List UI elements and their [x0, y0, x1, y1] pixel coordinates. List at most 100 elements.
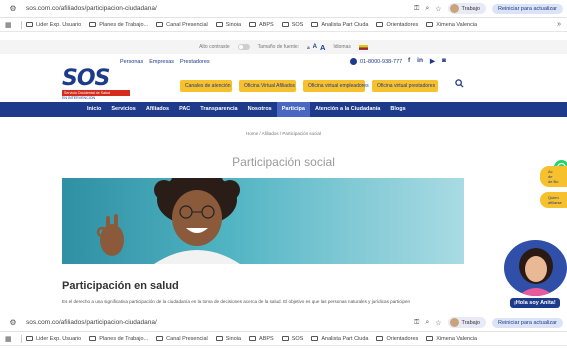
bookmark-item[interactable]: Ximena Valencia — [426, 336, 477, 342]
bookmark-item[interactable]: Orientadores — [376, 22, 418, 28]
bookmark-label: SOS — [291, 21, 304, 28]
folder-icon — [376, 336, 384, 341]
folder-icon — [311, 22, 319, 27]
breadcrumb[interactable]: Home / Afiliados / Participación social — [0, 131, 567, 136]
nav-nosotros[interactable]: Nosotros — [243, 102, 277, 117]
instagram-icon[interactable]: ◙ — [442, 57, 446, 65]
profile-button[interactable]: Trabajo — [447, 317, 486, 328]
phone-contact[interactable]: 01-8000-938-777 — [350, 58, 402, 65]
apps-grid-icon[interactable]: ▦ — [5, 335, 17, 343]
profile-label: Trabajo — [461, 319, 480, 326]
bookmark-item[interactable]: Ximena Valencia — [426, 22, 477, 28]
contrast-toggle[interactable] — [237, 44, 250, 50]
bookmark-label: Canal Presencial — [166, 21, 208, 28]
bookmark-item[interactable]: SOS — [281, 21, 304, 28]
bookmark-item[interactable]: Analista Part Ciuda — [311, 22, 368, 28]
star-icon[interactable]: ☆ — [435, 319, 441, 327]
bookmark-item[interactable]: Orientadores — [376, 336, 418, 342]
folder-icon — [426, 336, 434, 341]
key-icon[interactable]: ⚿ — [414, 319, 419, 327]
colombia-flag-icon[interactable] — [358, 44, 368, 50]
bookmark-item[interactable]: ABPS — [249, 336, 274, 342]
bookmark-item[interactable]: Lider Exp. Usuario — [26, 336, 81, 342]
bookmark-label: ABPS — [259, 21, 274, 28]
browser-tools: ⚿ ⌕ ☆ Trabajo Reiniciar para actualizar — [414, 317, 563, 328]
youtube-icon[interactable]: ▶ — [430, 57, 435, 65]
url-field[interactable]: sos.com.co/afiliados/participacion-ciuda… — [26, 319, 414, 326]
zoom-icon[interactable]: ⌕ — [425, 319, 429, 327]
folder-icon — [281, 336, 289, 341]
link-personas[interactable]: Personas — [120, 59, 143, 65]
font-size-large[interactable]: A — [320, 43, 325, 52]
folder-icon — [376, 22, 384, 27]
folder-icon — [281, 22, 289, 27]
avatar — [449, 4, 459, 13]
nav-blogs[interactable]: Blogs — [385, 102, 410, 117]
more-bookmarks-icon[interactable]: » — [557, 21, 561, 28]
link-empresas[interactable]: Empresas — [149, 59, 174, 65]
bookmark-item[interactable]: ABPS — [249, 22, 274, 28]
nav-servicios[interactable]: Servicios — [106, 102, 140, 117]
bookmark-item[interactable]: Canal Presencial — [156, 336, 208, 342]
nav-pac[interactable]: PAC — [174, 102, 195, 117]
profile-button[interactable]: Trabajo — [447, 3, 486, 14]
bookmark-label: Sinoia — [225, 21, 242, 28]
side-widget-attention[interactable]: Ac de de Bo — [540, 166, 567, 187]
folder-icon — [156, 22, 164, 27]
restart-button[interactable]: Reiniciar para actualizar — [492, 317, 563, 328]
accessibility-bar: Alto contraste Tamaño de fuente: a A A I… — [0, 40, 567, 54]
chatbot-greeting-badge[interactable]: ¡Hola soy Anita! — [510, 298, 560, 308]
sos-logo[interactable]: SOS Servicio Occidental de Salud EN INTE… — [62, 68, 132, 101]
apps-grid-icon[interactable]: ▦ — [5, 21, 17, 29]
key-icon[interactable]: ⚿ — [414, 5, 419, 13]
virtual-office-providers-button[interactable]: Oficina virtual prestadores — [372, 80, 438, 92]
zoom-icon[interactable]: ⌕ — [425, 5, 429, 13]
bookmark-label: Analista Part Ciuda — [321, 21, 369, 28]
phone-icon — [350, 58, 357, 65]
bookmark-item[interactable]: Planes de Trabajo... — [89, 336, 148, 342]
folder-icon — [311, 336, 319, 341]
nav-participa[interactable]: Participa — [276, 102, 310, 117]
bookmarks-bar-bottom: ▦ Lider Exp. Usuario Planes de Trabajo..… — [0, 332, 567, 346]
virtual-office-affiliates-button[interactable]: Oficina Virtual Afiliados — [239, 80, 296, 92]
side-widget-affiliate[interactable]: Quien afiliarse — [540, 192, 567, 208]
bookmark-item[interactable]: SOS — [281, 336, 303, 342]
bookmark-label: ABPS — [259, 335, 274, 342]
nav-atencion[interactable]: Atención a la Ciudadanía — [310, 102, 385, 117]
virtual-office-employers-button[interactable]: Oficina virtual empleadores — [303, 80, 369, 92]
hero-image — [62, 178, 464, 264]
bookmark-item[interactable]: Canal Presencial — [156, 22, 208, 28]
facebook-icon[interactable]: f — [408, 57, 410, 65]
smiling-woman-illustration — [96, 178, 240, 264]
bookmark-item[interactable]: Analista Part Ciuda — [311, 336, 368, 342]
bookmark-item[interactable]: Planes de Trabajo... — [89, 22, 148, 28]
nav-afiliados[interactable]: Afiliados — [141, 102, 174, 117]
site-settings-icon[interactable]: ⚙ — [6, 318, 20, 327]
bookmark-label: Lider Exp. Usuario — [36, 335, 82, 342]
bookmark-item[interactable]: Sinoia — [215, 336, 241, 342]
url-field[interactable]: sos.com.co/afiliados/participacion-ciuda… — [26, 5, 414, 12]
nav-inicio[interactable]: Inicio — [82, 102, 106, 117]
logo-text: SOS — [62, 66, 110, 91]
chatbot-avatar[interactable] — [504, 240, 567, 296]
browser-address-bar: ⚙ sos.com.co/afiliados/participacion-ciu… — [0, 0, 567, 18]
nav-transparencia[interactable]: Transparencia — [195, 102, 242, 117]
link-prestadores[interactable]: Prestadores — [180, 59, 210, 65]
divider — [21, 334, 22, 343]
font-size-medium[interactable]: A — [313, 44, 317, 50]
bookmark-label: Planes de Trabajo... — [99, 335, 149, 342]
logo-subtitle: EN INTERVENCIÓN — [62, 96, 96, 100]
bookmark-label: Orientadores — [386, 21, 419, 28]
site-settings-icon[interactable]: ⚙ — [6, 4, 20, 13]
font-size-small[interactable]: a — [307, 45, 310, 50]
bookmark-item[interactable]: Lider Exp. Usuario — [26, 22, 81, 28]
channels-button[interactable]: Canales de atención — [180, 80, 232, 92]
star-icon[interactable]: ☆ — [435, 5, 441, 13]
search-icon[interactable] — [455, 79, 464, 88]
font-size-label: Tamaño de fuente: — [257, 44, 300, 50]
profile-label: Trabajo — [461, 5, 480, 12]
restart-button[interactable]: Reiniciar para actualizar — [492, 3, 563, 14]
bookmark-item[interactable]: Sinoia — [215, 21, 242, 28]
avatar — [449, 318, 459, 327]
linkedin-icon[interactable]: in — [417, 57, 423, 65]
